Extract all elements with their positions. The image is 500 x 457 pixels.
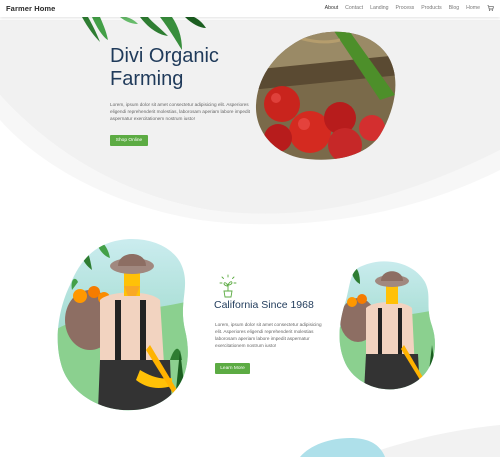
- nav-item-products[interactable]: Products: [421, 5, 441, 11]
- learn-more-button[interactable]: Learn More: [215, 363, 250, 374]
- site-logo[interactable]: Farmer Home: [6, 4, 55, 13]
- feature-description: Lorem, ipsum dolor sit amet consectetur …: [215, 322, 322, 348]
- shop-online-button[interactable]: Shop Online: [110, 135, 148, 146]
- nav-item-about[interactable]: About: [325, 5, 339, 11]
- nav-item-contact[interactable]: Contact: [345, 5, 363, 11]
- nav-item-blog[interactable]: Blog: [449, 5, 459, 11]
- nav-item-home[interactable]: Home: [466, 5, 480, 11]
- hero-description: Lorem, ipsum dolor sit amet consectetur …: [110, 102, 250, 121]
- sprout-icon: [219, 274, 237, 298]
- feature-title: California Since 1968: [214, 299, 314, 311]
- main-nav: About Contact Landing Process Products B…: [325, 5, 494, 11]
- nav-item-landing[interactable]: Landing: [370, 5, 388, 11]
- cart-icon[interactable]: [487, 5, 494, 11]
- nav-item-process[interactable]: Process: [396, 5, 415, 11]
- top-navigation-bar: Farmer Home About Contact Landing Proces…: [0, 0, 500, 17]
- hero-title: Divi Organic Farming: [110, 45, 219, 90]
